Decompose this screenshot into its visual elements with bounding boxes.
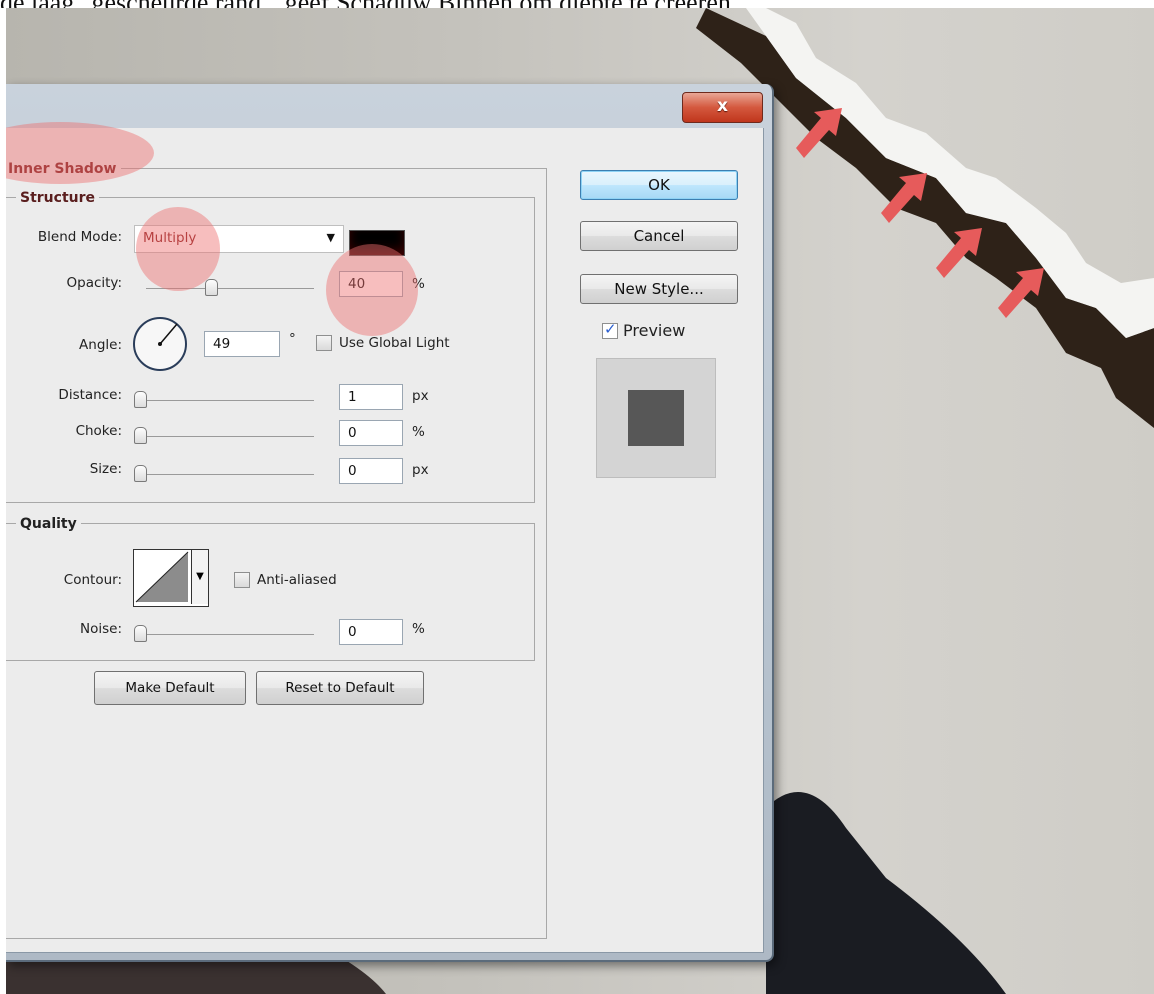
contour-picker[interactable]: ▼ [133,549,209,607]
choke-unit: % [412,424,425,440]
use-global-light-label: Use Global Light [339,335,450,351]
anti-aliased-label: Anti-aliased [257,572,337,588]
angle-dial-center [158,342,162,346]
noise-slider-thumb[interactable] [134,625,147,642]
highlight-opacity [326,244,418,336]
noise-input[interactable]: 0 [339,619,403,645]
chevron-down-icon: ▼ [326,231,335,244]
opacity-label: Opacity: [66,275,123,291]
canvas-background: x Inner Shadow Structure Blend Mode: Mul… [6,8,1154,994]
cancel-button[interactable]: Cancel [580,221,738,251]
size-slider-thumb[interactable] [134,465,147,482]
distance-slider-thumb[interactable] [134,391,147,408]
distance-label: Distance: [58,387,122,403]
contour-dropdown-arrow[interactable]: ▼ [191,550,208,604]
new-style-button[interactable]: New Style... [580,274,738,304]
opacity-slider-thumb[interactable] [205,279,218,296]
torn-edge-paper [746,8,1154,338]
make-default-button[interactable]: Make Default [94,671,246,705]
size-unit: px [412,462,429,478]
preview-swatch [628,390,684,446]
checkmark-icon: ✓ [604,320,617,338]
blend-mode-label: Blend Mode: [37,229,122,245]
tutorial-caption: de laag "gescheurde rand", geef Schaduw … [0,0,1154,8]
choke-slider-track[interactable] [136,436,314,437]
skin-bottom [766,792,1006,994]
contour-curve-icon [135,551,189,603]
angle-dial[interactable] [130,314,190,374]
noise-label: Noise: [80,621,122,637]
distance-slider-track[interactable] [136,400,314,401]
quality-group [6,523,535,661]
use-global-light-checkbox[interactable] [316,335,332,351]
close-button[interactable]: x [682,92,763,123]
preview-thumbnail [596,358,716,478]
highlight-blend-mode [136,207,220,291]
preview-label: Preview [623,321,686,340]
contour-label: Contour: [63,572,122,588]
size-input[interactable]: 0 [339,458,403,484]
ok-button[interactable]: OK [580,170,738,200]
choke-input[interactable]: 0 [339,420,403,446]
preview-checkbox[interactable]: ✓ [602,320,618,339]
reset-to-default-button[interactable]: Reset to Default [256,671,424,705]
angle-unit: ° [289,331,296,347]
choke-slider-thumb[interactable] [134,427,147,444]
noise-slider-track[interactable] [136,634,314,635]
layer-style-dialog: x Inner Shadow Structure Blend Mode: Mul… [6,84,774,962]
structure-title: Structure [16,190,100,206]
angle-label: Angle: [79,337,122,353]
distance-input[interactable]: 1 [339,384,403,410]
distance-unit: px [412,388,429,404]
size-slider-track[interactable] [136,474,314,475]
quality-title: Quality [16,516,81,532]
anti-aliased-checkbox[interactable] [234,572,250,588]
choke-label: Choke: [75,423,122,439]
arrow-3 [936,228,982,278]
angle-input[interactable]: 49 [204,331,280,357]
size-label: Size: [89,461,122,477]
noise-unit: % [412,621,425,637]
